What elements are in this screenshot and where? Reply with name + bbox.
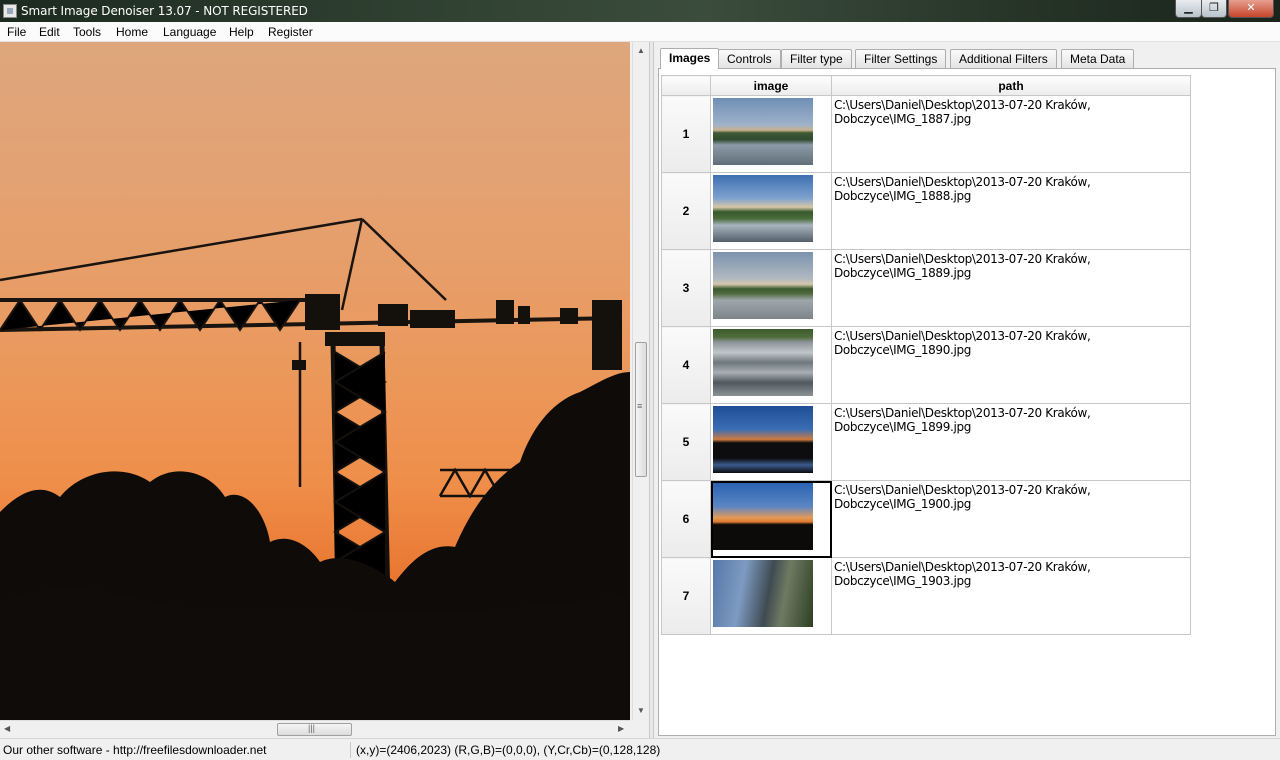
thumbnail-river-1888 <box>713 175 813 242</box>
thumbnail-river-1889 <box>713 252 813 319</box>
table-row[interactable]: 2 C:\Users\Daniel\Desktop\2013-07-20 Kra… <box>661 172 1191 250</box>
status-pixel-info: (x,y)=(2406,2023) (R,G,B)=(0,0,0), (Y,Cr… <box>356 743 661 757</box>
thumbnail-quarry-1903 <box>713 560 813 627</box>
tab-bar: Images Controls Filter type Filter Setti… <box>658 48 1276 69</box>
tab-filter-type[interactable]: Filter type <box>781 49 852 68</box>
menu-register[interactable]: Register <box>268 25 313 39</box>
row-number[interactable]: 6 <box>661 480 711 558</box>
scroll-up-arrow-icon[interactable]: ▲ <box>637 46 645 55</box>
close-button[interactable]: ✕ <box>1228 0 1274 18</box>
path-cell[interactable]: C:\Users\Daniel\Desktop\2013-07-20 Krakó… <box>831 95 1191 173</box>
row-number[interactable]: 4 <box>661 326 711 404</box>
table-row[interactable]: 3 C:\Users\Daniel\Desktop\2013-07-20 Kra… <box>661 249 1191 327</box>
window-title: Smart Image Denoiser 13.07 - NOT REGISTE… <box>21 4 308 18</box>
image-cell[interactable] <box>710 249 832 327</box>
tab-filter-settings[interactable]: Filter Settings <box>855 49 947 68</box>
tab-controls[interactable]: Controls <box>718 49 781 68</box>
menu-edit[interactable]: Edit <box>39 25 60 39</box>
row-number[interactable]: 2 <box>661 172 711 250</box>
viewer-hscroll-thumb[interactable]: ||| <box>277 723 352 736</box>
viewer-horizontal-scrollbar[interactable]: ◀ ||| ▶ <box>0 720 630 737</box>
row-number[interactable]: 1 <box>661 95 711 173</box>
path-cell[interactable]: C:\Users\Daniel\Desktop\2013-07-20 Krakó… <box>831 480 1191 558</box>
row-number[interactable]: 5 <box>661 403 711 481</box>
menu-help[interactable]: Help <box>229 25 254 39</box>
path-cell[interactable]: C:\Users\Daniel\Desktop\2013-07-20 Krakó… <box>831 249 1191 327</box>
table-row[interactable]: 1 C:\Users\Daniel\Desktop\2013-07-20 Kra… <box>661 95 1191 173</box>
minimize-button[interactable]: ▁ <box>1175 0 1202 18</box>
viewer-vertical-scrollbar[interactable]: ▲ ≡ ▼ <box>632 42 648 720</box>
viewer-vscroll-thumb[interactable]: ≡ <box>635 342 647 477</box>
image-cell[interactable] <box>710 557 832 635</box>
status-separator <box>350 742 351 758</box>
maximize-button[interactable]: ❐ <box>1201 0 1227 18</box>
right-panel: Images Controls Filter type Filter Setti… <box>654 42 1280 738</box>
image-preview[interactable] <box>0 42 630 720</box>
image-cell[interactable] <box>710 95 832 173</box>
table-row[interactable]: 7 C:\Users\Daniel\Desktop\2013-07-20 Kra… <box>661 557 1191 635</box>
row-number[interactable]: 3 <box>661 249 711 327</box>
scroll-down-arrow-icon[interactable]: ▼ <box>637 706 645 715</box>
menu-language[interactable]: Language <box>163 25 216 39</box>
table-row[interactable]: 5 C:\Users\Daniel\Desktop\2013-07-20 Kra… <box>661 403 1191 481</box>
header-corner[interactable] <box>661 75 711 96</box>
tab-meta-data[interactable]: Meta Data <box>1061 49 1135 68</box>
menu-tools[interactable]: Tools <box>73 25 101 39</box>
row-number[interactable]: 7 <box>661 557 711 635</box>
thumbnail-sunset-1899 <box>713 406 813 473</box>
path-cell[interactable]: C:\Users\Daniel\Desktop\2013-07-20 Krakó… <box>831 326 1191 404</box>
table-row[interactable]: 4 C:\Users\Daniel\Desktop\2013-07-20 Kra… <box>661 326 1191 404</box>
scroll-right-arrow-icon[interactable]: ▶ <box>618 724 624 733</box>
grip-icon: ||| <box>308 723 316 733</box>
image-cell[interactable] <box>710 326 832 404</box>
status-bar: Our other software - http://freefilesdow… <box>0 738 1280 760</box>
thumbnail-river-1887 <box>713 98 813 165</box>
menu-bar: File Edit Tools Home Language Help Regis… <box>0 22 1280 42</box>
title-bar[interactable]: Smart Image Denoiser 13.07 - NOT REGISTE… <box>0 0 1280 22</box>
app-icon <box>3 4 17 18</box>
image-cell-selected[interactable] <box>710 480 832 558</box>
menu-home[interactable]: Home <box>116 25 148 39</box>
image-cell[interactable] <box>710 403 832 481</box>
header-path[interactable]: path <box>831 75 1191 96</box>
tab-images[interactable]: Images <box>660 48 720 69</box>
images-table: image path 1 C:\Users\Daniel\Desktop\201… <box>661 75 1191 635</box>
tab-additional-filters[interactable]: Additional Filters <box>950 49 1057 68</box>
crane-sunset-photo <box>0 217 630 720</box>
image-cell[interactable] <box>710 172 832 250</box>
path-cell[interactable]: C:\Users\Daniel\Desktop\2013-07-20 Krakó… <box>831 172 1191 250</box>
table-header-row: image path <box>661 75 1191 96</box>
scroll-left-arrow-icon[interactable]: ◀ <box>4 724 10 733</box>
grip-icon: ≡ <box>637 401 643 411</box>
path-cell[interactable]: C:\Users\Daniel\Desktop\2013-07-20 Krakó… <box>831 557 1191 635</box>
thumbnail-sunset-1900 <box>713 483 813 550</box>
images-tab-page: image path 1 C:\Users\Daniel\Desktop\201… <box>658 68 1276 736</box>
status-promo-link[interactable]: Our other software - http://freefilesdow… <box>3 743 266 757</box>
table-row[interactable]: 6 C:\Users\Daniel\Desktop\2013-07-20 Kra… <box>661 480 1191 558</box>
menu-file[interactable]: File <box>7 25 26 39</box>
header-image[interactable]: image <box>710 75 832 96</box>
path-cell[interactable]: C:\Users\Daniel\Desktop\2013-07-20 Krakó… <box>831 403 1191 481</box>
thumbnail-rapids-1890 <box>713 329 813 396</box>
